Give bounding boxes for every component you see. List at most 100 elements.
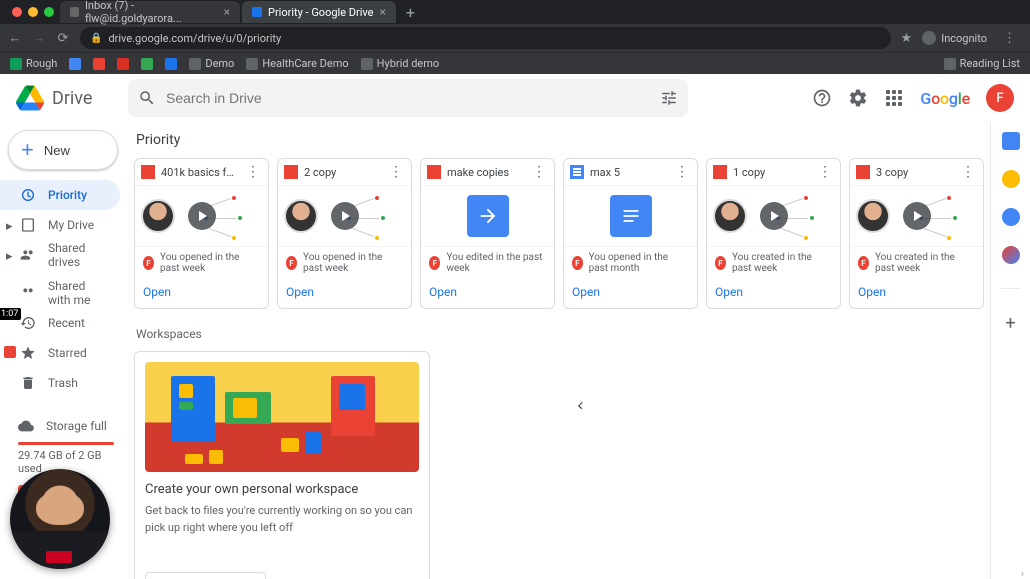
bookmark-folder[interactable]: Demo	[189, 57, 234, 70]
bookmark-item[interactable]	[69, 58, 81, 70]
more-actions-icon[interactable]: ⋮	[959, 165, 977, 179]
open-link[interactable]: Open	[143, 285, 171, 299]
browser-menu-icon[interactable]: ⋮	[997, 31, 1022, 46]
sidebar-item-label: Priority	[48, 188, 87, 202]
sidebar-item-my-drive[interactable]: My Drive	[0, 210, 120, 240]
file-card[interactable]: 3 copy ⋮ F You created in the past week …	[849, 158, 984, 309]
file-status-row: F You opened in the past week	[135, 246, 268, 279]
reading-list-button[interactable]: Reading List	[944, 57, 1020, 70]
file-title: 3 copy	[876, 166, 953, 179]
support-icon[interactable]	[812, 88, 832, 108]
file-status-row: F You created in the past week	[707, 246, 840, 279]
tasks-icon[interactable]	[1002, 208, 1020, 226]
search-options-icon[interactable]	[660, 89, 678, 107]
file-open-row: Open	[421, 279, 554, 308]
close-window-icon[interactable]	[12, 7, 22, 17]
search-input[interactable]	[166, 90, 650, 106]
new-tab-button[interactable]: +	[398, 3, 423, 22]
open-link[interactable]: Open	[286, 285, 314, 299]
browser-tab-drive[interactable]: Priority - Google Drive ×	[242, 1, 396, 23]
incognito-indicator[interactable]: Incognito	[922, 31, 987, 45]
owner-avatar: F	[286, 256, 297, 270]
person-thumbnail	[141, 199, 175, 233]
sidebar-item-shared-with-me[interactable]: Shared with me	[0, 278, 120, 308]
more-actions-icon[interactable]: ⋮	[244, 165, 262, 179]
open-link[interactable]: Open	[429, 285, 457, 299]
bookmark-item[interactable]	[141, 58, 153, 70]
bookmark-item[interactable]	[165, 58, 177, 70]
person-thumbnail	[284, 199, 318, 233]
new-button[interactable]: + New	[8, 130, 118, 170]
calendar-icon[interactable]	[1002, 132, 1020, 150]
file-open-row: Open	[564, 279, 697, 308]
file-title: make copies	[447, 166, 524, 179]
open-link[interactable]: Open	[715, 285, 743, 299]
drive-logo[interactable]: Drive	[16, 84, 128, 112]
file-type-icon	[570, 165, 584, 179]
bookmark-label: Hybrid demo	[377, 57, 440, 70]
file-type-icon	[713, 165, 727, 179]
time-badge: 1:07	[0, 308, 21, 320]
generic-icon	[69, 58, 81, 70]
file-card[interactable]: 1 copy ⋮ F You created in the past week …	[706, 158, 841, 309]
google-logo[interactable]: Google	[920, 89, 970, 108]
storage-row[interactable]: Storage full	[18, 412, 114, 440]
more-actions-icon[interactable]: ⋮	[673, 165, 691, 179]
webcam-overlay	[10, 469, 110, 569]
file-thumbnail	[278, 186, 411, 246]
settings-icon[interactable]	[848, 88, 868, 108]
sidebar-item-trash[interactable]: Trash	[0, 368, 120, 398]
bookmark-star-icon[interactable]: ★	[901, 31, 913, 46]
bookmark-item[interactable]: Rough	[10, 57, 57, 70]
account-avatar[interactable]: F	[986, 84, 1014, 112]
window-controls[interactable]	[6, 7, 60, 17]
bookmark-item[interactable]	[117, 58, 129, 70]
contacts-icon[interactable]	[1002, 246, 1020, 264]
open-link[interactable]: Open	[572, 285, 600, 299]
browser-tab-inbox[interactable]: Inbox (7) - flw@id.goldyarora... ×	[60, 1, 240, 23]
file-open-row: Open	[278, 279, 411, 308]
file-card[interactable]: make copies ⋮ F You edited in the past w…	[420, 158, 555, 309]
more-actions-icon[interactable]: ⋮	[816, 165, 834, 179]
plus-icon: +	[21, 137, 34, 163]
url-input[interactable]: 🔒 drive.google.com/drive/u/0/priority	[80, 27, 891, 49]
sidebar-item-starred[interactable]: Starred	[0, 338, 120, 368]
keep-icon[interactable]	[1002, 170, 1020, 188]
tab-title: Inbox (7) - flw@id.goldyarora...	[85, 0, 218, 25]
search-icon	[138, 89, 156, 107]
bookmark-folder[interactable]: Hybrid demo	[361, 57, 440, 70]
workspace-illustration	[145, 362, 419, 472]
sheets-icon	[10, 58, 22, 70]
file-title: max 5	[590, 166, 667, 179]
more-actions-icon[interactable]: ⋮	[387, 165, 405, 179]
starred-icon	[20, 345, 36, 361]
close-tab-icon[interactable]: ×	[379, 5, 385, 19]
file-status-row: F You opened in the past month	[564, 246, 697, 279]
sidebar-item-shared-drives[interactable]: Shared drives	[0, 240, 120, 270]
open-link[interactable]: Open	[858, 285, 886, 299]
apps-icon[interactable]	[884, 88, 904, 108]
more-actions-icon[interactable]: ⋮	[530, 165, 548, 179]
browser-chrome: Inbox (7) - flw@id.goldyarora... × Prior…	[0, 0, 1030, 74]
get-addons-button[interactable]: +	[1005, 313, 1015, 334]
folder-icon	[189, 58, 201, 70]
owner-avatar: F	[143, 256, 154, 270]
sidebar-item-priority[interactable]: Priority	[0, 180, 120, 210]
file-card[interactable]: max 5 ⋮ F You opened in the past month O…	[563, 158, 698, 309]
chevron-right-icon[interactable]: ▸	[6, 219, 13, 234]
horizontal-scroll-indicator[interactable]: ›	[128, 569, 1030, 579]
search-box[interactable]	[128, 79, 688, 117]
sidebar-item-label: Shared with me	[48, 279, 108, 307]
maximize-window-icon[interactable]	[44, 7, 54, 17]
bookmark-folder[interactable]: HealthCare Demo	[246, 57, 348, 70]
minimize-window-icon[interactable]	[28, 7, 38, 17]
file-card[interactable]: 401k basics for H1b Visa holder... ⋮ F Y…	[134, 158, 269, 309]
forward-button[interactable]: →	[32, 31, 46, 45]
chevron-right-icon[interactable]: ▸	[6, 249, 13, 264]
file-status-row: F You edited in the past week	[421, 246, 554, 279]
bookmark-item[interactable]	[93, 58, 105, 70]
close-tab-icon[interactable]: ×	[224, 5, 230, 19]
reload-button[interactable]: ⟳	[56, 31, 70, 45]
file-card[interactable]: 2 copy ⋮ F You opened in the past week O…	[277, 158, 412, 309]
back-button[interactable]: ←	[8, 31, 22, 45]
